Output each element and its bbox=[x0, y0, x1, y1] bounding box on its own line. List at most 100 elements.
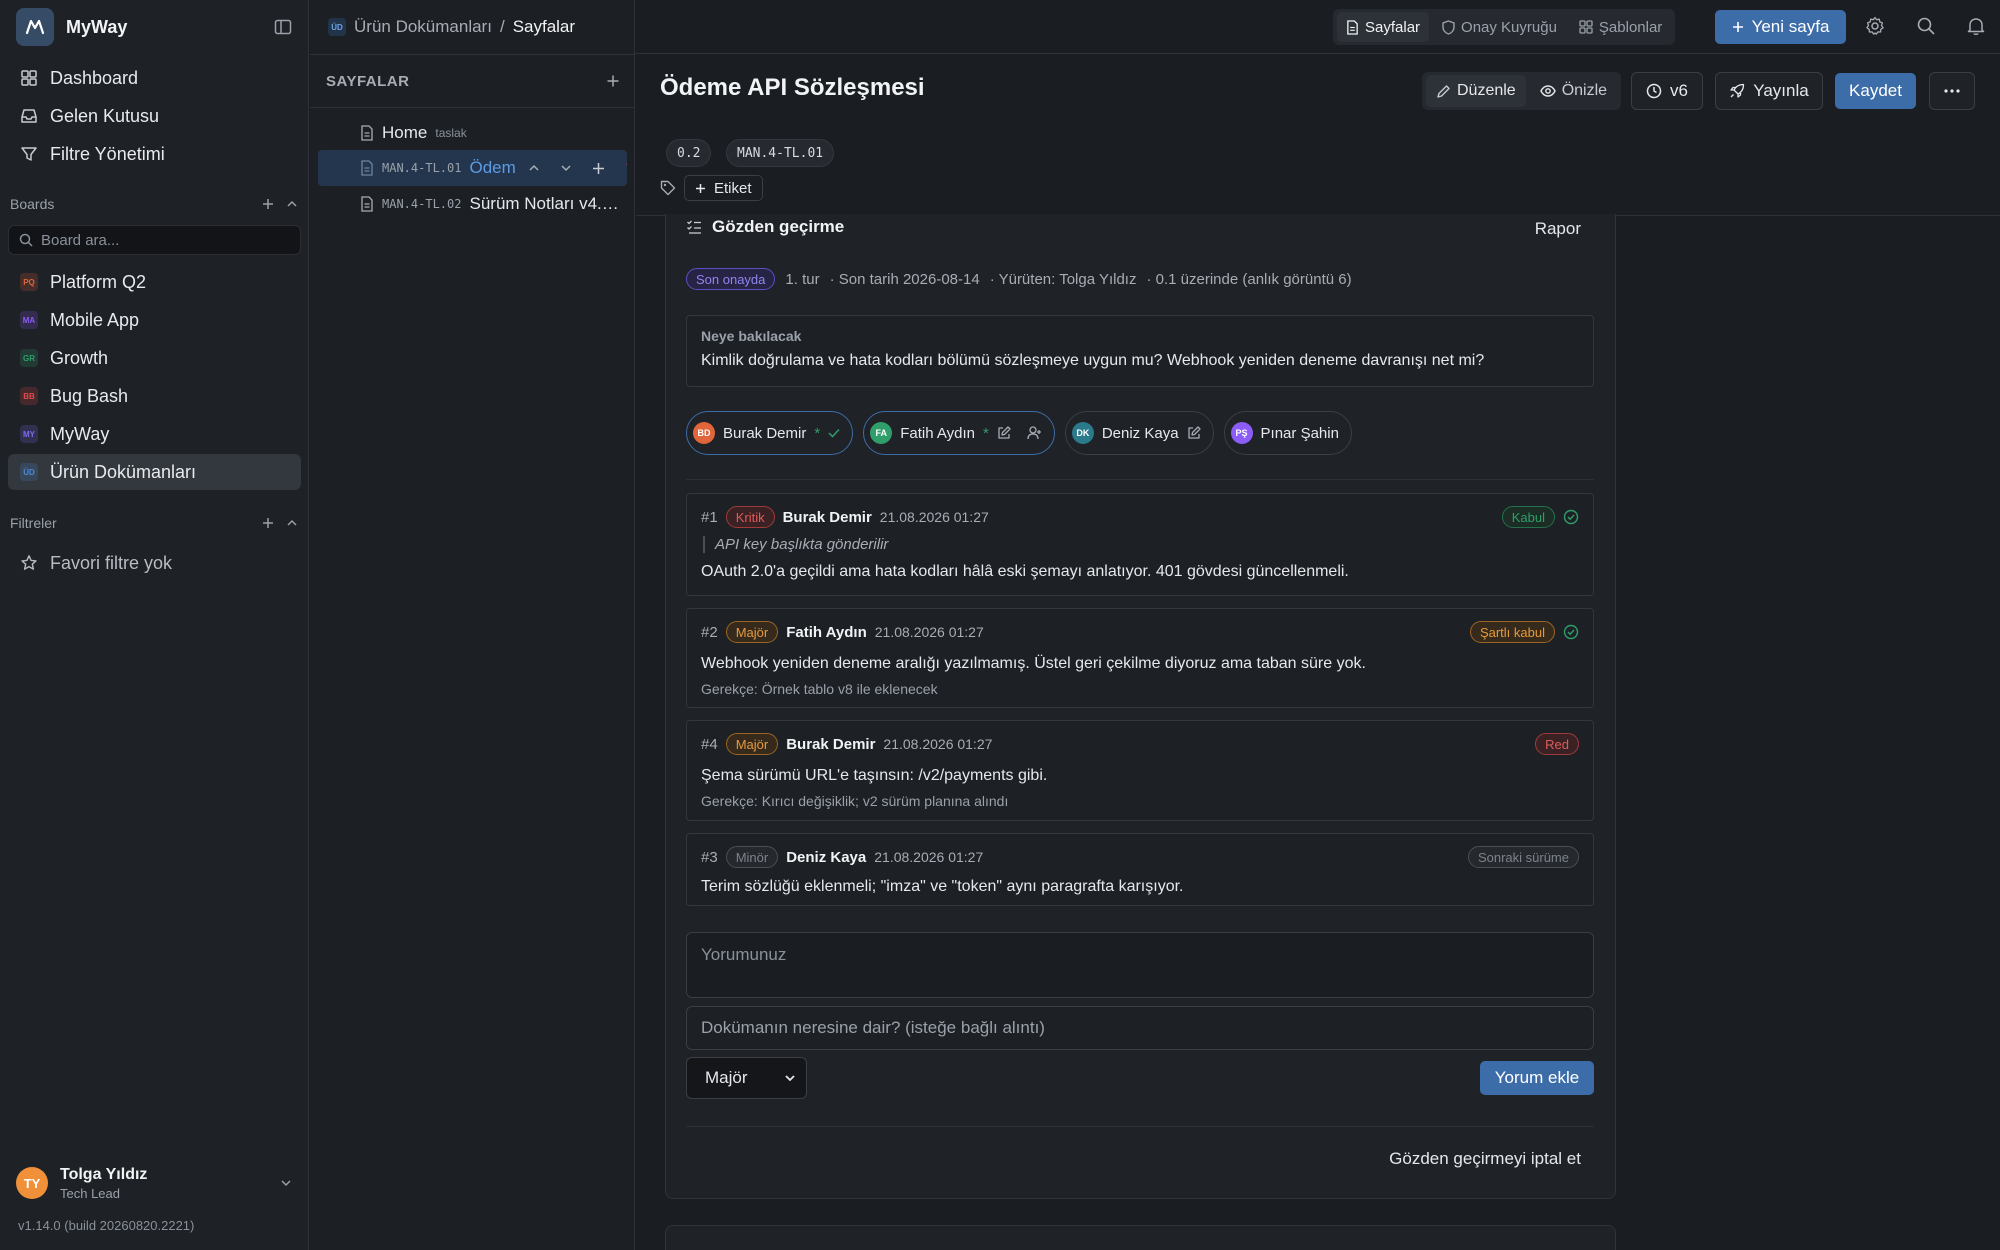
more-options-button[interactable] bbox=[1929, 72, 1975, 110]
preview-mode-button[interactable]: Önizle bbox=[1530, 75, 1617, 107]
board-label: Growth bbox=[50, 347, 109, 368]
user-menu[interactable]: TY Tolga Yıldız Tech Lead bbox=[16, 1160, 296, 1206]
chevron-up-icon[interactable] bbox=[286, 198, 298, 210]
version-history-button[interactable]: v6 bbox=[1631, 72, 1703, 110]
breadcrumb-space[interactable]: Ürün Dokümanları bbox=[354, 17, 492, 37]
tree-item-home[interactable]: Home taslak bbox=[318, 115, 627, 151]
nav-dashboard[interactable]: Dashboard bbox=[8, 60, 301, 96]
comment-quote: API key başlıkta gönderilir bbox=[703, 536, 1579, 553]
save-button[interactable]: Kaydet bbox=[1835, 73, 1916, 109]
quote-placeholder: Dokümanın neresine dair? (isteğe bağlı a… bbox=[701, 1018, 1045, 1037]
tab-pages-label: Sayfalar bbox=[1365, 18, 1421, 36]
add-subpage-icon[interactable] bbox=[592, 162, 605, 175]
add-comment-label: Yorum ekle bbox=[1494, 1068, 1580, 1087]
bell-icon[interactable] bbox=[1966, 16, 1986, 36]
review-panel: Gözden geçirme Rapor Son onayda 1. tur ·… bbox=[665, 214, 1616, 1199]
severity-select-value: Majör bbox=[705, 1068, 748, 1087]
severity-badge: Minör bbox=[725, 846, 779, 868]
comment-time: 21.08.2026 01:27 bbox=[874, 849, 984, 865]
move-up-icon[interactable] bbox=[528, 162, 540, 174]
report-link[interactable]: Rapor bbox=[1535, 219, 1581, 239]
plus-icon bbox=[695, 183, 706, 194]
board-item[interactable]: MA Mobile App bbox=[8, 302, 301, 338]
comment-reason: Gerekçe: Örnek tablo v8 ile eklenecek bbox=[701, 681, 938, 697]
tab-templates[interactable]: Şablonlar bbox=[1570, 12, 1671, 42]
user-assign-icon[interactable] bbox=[1027, 426, 1042, 440]
tab-pages[interactable]: Sayfalar bbox=[1337, 12, 1430, 42]
review-meta: Son onayda 1. tur · Son tarih 2026-08-14… bbox=[686, 268, 1352, 290]
new-page-label: Yeni sayfa bbox=[1751, 17, 1830, 36]
edit-icon[interactable] bbox=[997, 426, 1011, 440]
board-item[interactable]: BB Bug Bash bbox=[8, 378, 301, 414]
add-filter-icon[interactable] bbox=[262, 517, 274, 529]
add-page-icon[interactable] bbox=[606, 74, 620, 88]
board-item[interactable]: MY MyWay bbox=[8, 416, 301, 452]
board-badge: BB bbox=[20, 387, 38, 405]
more-horizontal-icon bbox=[1944, 89, 1960, 93]
tab-approval-queue[interactable]: Onay Kuyruğu bbox=[1433, 12, 1566, 42]
edit-icon[interactable] bbox=[1187, 426, 1201, 440]
tag-icon bbox=[660, 180, 676, 196]
reviewer-chip[interactable]: BD Burak Demir * bbox=[686, 411, 854, 455]
tree-item-release-notes[interactable]: MAN.4-TL.02 Sürüm Notları v4.… bbox=[318, 186, 627, 222]
publish-button[interactable]: Yayınla bbox=[1715, 72, 1823, 110]
cancel-review-button[interactable]: Gözden geçirmeyi iptal et bbox=[1389, 1149, 1581, 1169]
board-item[interactable]: PQ Platform Q2 bbox=[8, 264, 301, 300]
view-switcher: Sayfalar Onay Kuyruğu Şablonlar bbox=[1333, 9, 1676, 45]
quote-input[interactable]: Dokümanın neresine dair? (isteğe bağlı a… bbox=[686, 1006, 1594, 1050]
breadcrumb-current: Sayfalar bbox=[512, 17, 576, 36]
add-tag-button[interactable]: Etiket bbox=[684, 175, 763, 201]
document-icon bbox=[360, 196, 374, 212]
board-item[interactable]: GR Growth bbox=[8, 340, 301, 376]
chevron-down-icon bbox=[784, 1072, 796, 1084]
review-round: 1. tur bbox=[785, 270, 820, 288]
document-icon bbox=[1346, 19, 1359, 35]
status-badge: Kabul bbox=[1501, 506, 1555, 528]
severity-badge: Majör bbox=[725, 733, 779, 755]
check-circle-icon[interactable] bbox=[1563, 624, 1579, 640]
tree-item-active[interactable]: MAN.4-TL.01 Ödem bbox=[318, 150, 627, 186]
avatar: PŞ bbox=[1230, 422, 1253, 444]
tree-item-code: MAN.4-TL.02 bbox=[382, 197, 462, 211]
edit-mode-button[interactable]: Düzenle bbox=[1426, 75, 1526, 107]
avatar: FA bbox=[870, 422, 893, 444]
reviewer-chip[interactable]: DK Deniz Kaya bbox=[1064, 411, 1214, 455]
delete-icon[interactable] bbox=[625, 161, 627, 175]
search-icon[interactable] bbox=[1916, 16, 1936, 36]
pencil-icon bbox=[1436, 84, 1451, 99]
board-search-input[interactable]: Board ara... bbox=[8, 225, 301, 255]
brand[interactable]: MyWay bbox=[16, 8, 127, 46]
settings-gear-icon[interactable] bbox=[1865, 16, 1885, 36]
board-badge: GR bbox=[20, 349, 38, 367]
move-down-icon[interactable] bbox=[560, 162, 572, 174]
reviewer-chip[interactable]: PŞ Pınar Şahin bbox=[1223, 411, 1352, 455]
comment-text: Webhook yeniden deneme aralığı yazılmamı… bbox=[701, 655, 1366, 672]
board-badge: MA bbox=[20, 311, 38, 329]
chevron-up-icon[interactable] bbox=[286, 517, 298, 529]
nav-dashboard-label: Dashboard bbox=[50, 67, 139, 88]
check-circle-icon[interactable] bbox=[1563, 509, 1579, 525]
add-board-icon[interactable] bbox=[262, 198, 274, 210]
nav-inbox[interactable]: Gelen Kutusu bbox=[8, 98, 301, 134]
review-due-date: · Son tarih 2026-08-14 bbox=[829, 270, 980, 288]
sidebar-toggle-icon[interactable] bbox=[274, 18, 292, 36]
review-comment: #1 Kritik Burak Demir 21.08.2026 01:27 A… bbox=[686, 493, 1594, 596]
pages-title: SAYFALAR bbox=[326, 72, 410, 90]
review-owner: · Yürüten: Tolga Yıldız bbox=[989, 270, 1137, 288]
nav-filter-management[interactable]: Filtre Yönetimi bbox=[8, 136, 301, 172]
check-icon bbox=[828, 428, 840, 438]
space-badge: ÜD bbox=[328, 18, 346, 36]
reviewer-chip[interactable]: FA Fatih Aydın * bbox=[863, 411, 1055, 455]
severity-select[interactable]: Majör bbox=[686, 1057, 807, 1099]
board-item[interactable]: ÜD Ürün Dokümanları bbox=[8, 454, 301, 490]
comment-textarea[interactable]: Yorumunuz bbox=[686, 932, 1594, 998]
new-page-button[interactable]: Yeni sayfa bbox=[1715, 10, 1846, 44]
publish-label: Yayınla bbox=[1753, 81, 1809, 100]
pages-panel: ÜD Ürün Dokümanları / Sayfalar SAYFALAR … bbox=[310, 0, 635, 1250]
tab-templates-label: Şablonlar bbox=[1598, 18, 1663, 36]
favorite-filters-empty-label: Favori filtre yok bbox=[50, 552, 173, 573]
focus-text: Kimlik doğrulama ve hata kodları bölümü … bbox=[701, 352, 1485, 369]
add-comment-button[interactable]: Yorum ekle bbox=[1480, 1061, 1594, 1095]
comment-header: #1 Kritik Burak Demir 21.08.2026 01:27 bbox=[701, 506, 1579, 528]
board-label: Mobile App bbox=[50, 309, 140, 330]
